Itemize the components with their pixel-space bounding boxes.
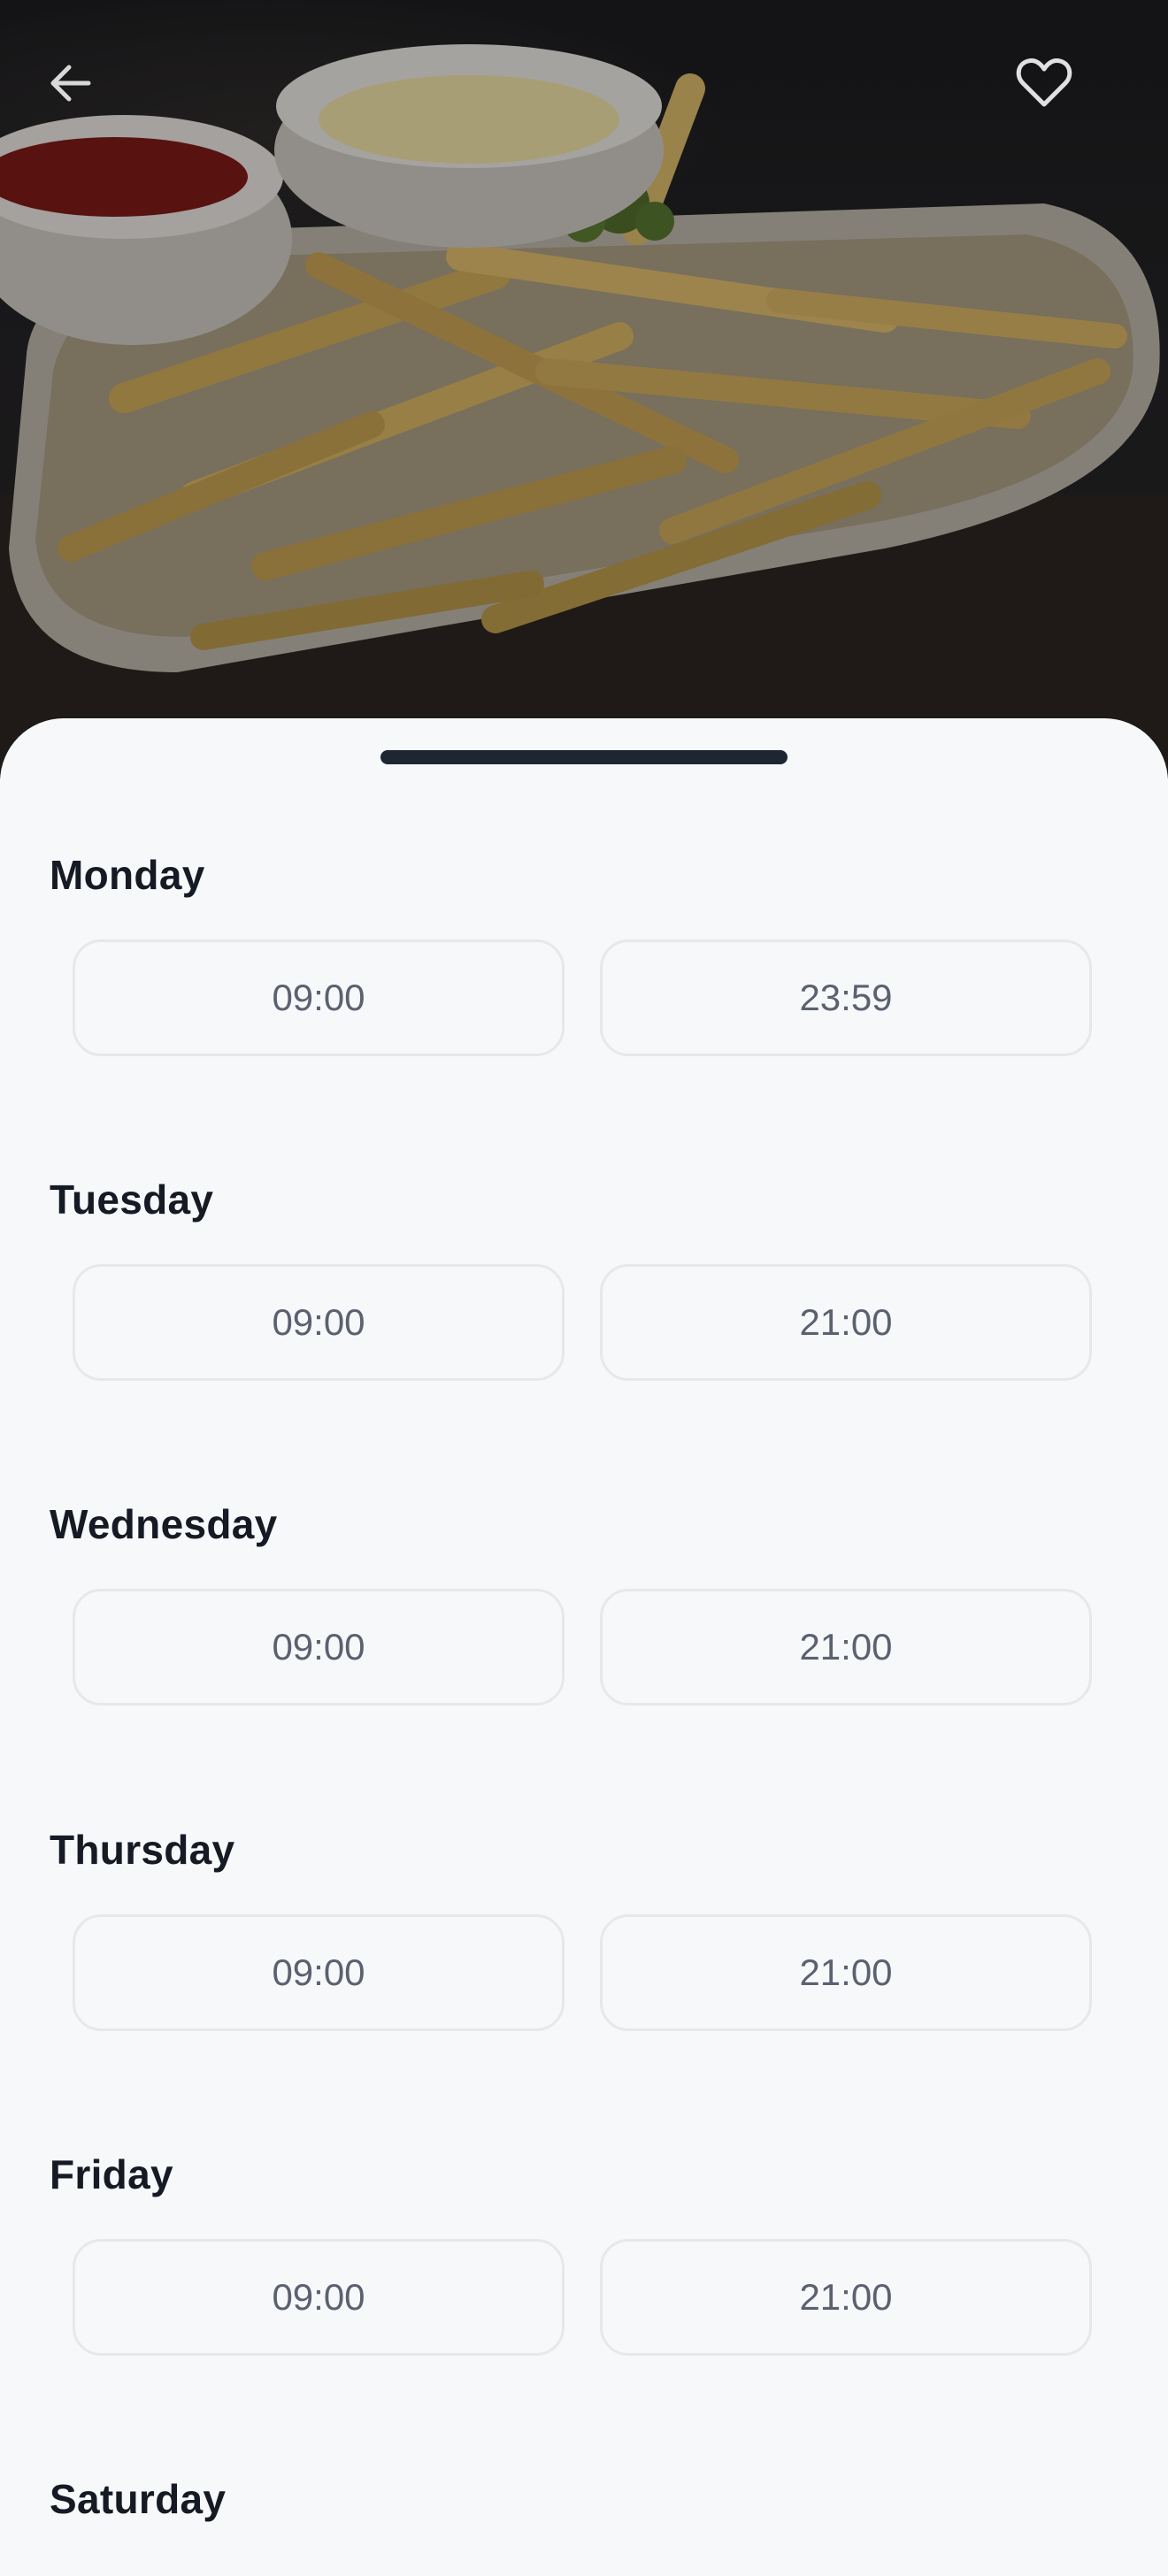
favorite-button[interactable] <box>1014 55 1103 143</box>
sheet-drag-handle[interactable] <box>380 750 788 764</box>
day-label: Friday <box>50 2151 173 2197</box>
opening-hours-sheet: Monday 09:00 23:59 Tuesday 09:00 21:00 W… <box>0 718 1168 2576</box>
day-label: Wednesday <box>50 1501 278 1547</box>
open-time-field[interactable]: 09:00 <box>73 939 565 1056</box>
close-time-field[interactable]: 23:59 <box>600 939 1092 1056</box>
day-label: Thursday <box>50 1827 235 1873</box>
open-time-field[interactable]: 09:00 <box>73 1914 565 2031</box>
hero-image <box>0 0 1168 778</box>
day-label: Saturday <box>50 2476 227 2522</box>
open-time-field[interactable]: 09:00 <box>73 2239 565 2356</box>
close-time-field[interactable]: 21:00 <box>600 2239 1092 2356</box>
heart-outline-icon <box>1016 58 1072 107</box>
open-time-field[interactable]: 09:00 <box>73 1264 565 1381</box>
hero-overlay <box>0 0 1168 778</box>
close-time-field[interactable]: 21:00 <box>600 1589 1092 1706</box>
close-time-field[interactable]: 21:00 <box>600 1914 1092 2031</box>
open-time-field[interactable]: 09:00 <box>73 1589 565 1706</box>
day-label: Tuesday <box>50 1177 214 1223</box>
arrow-left-icon <box>50 65 91 102</box>
back-button[interactable] <box>42 55 131 143</box>
close-time-field[interactable]: 21:00 <box>600 1264 1092 1381</box>
day-label: Monday <box>50 852 205 898</box>
